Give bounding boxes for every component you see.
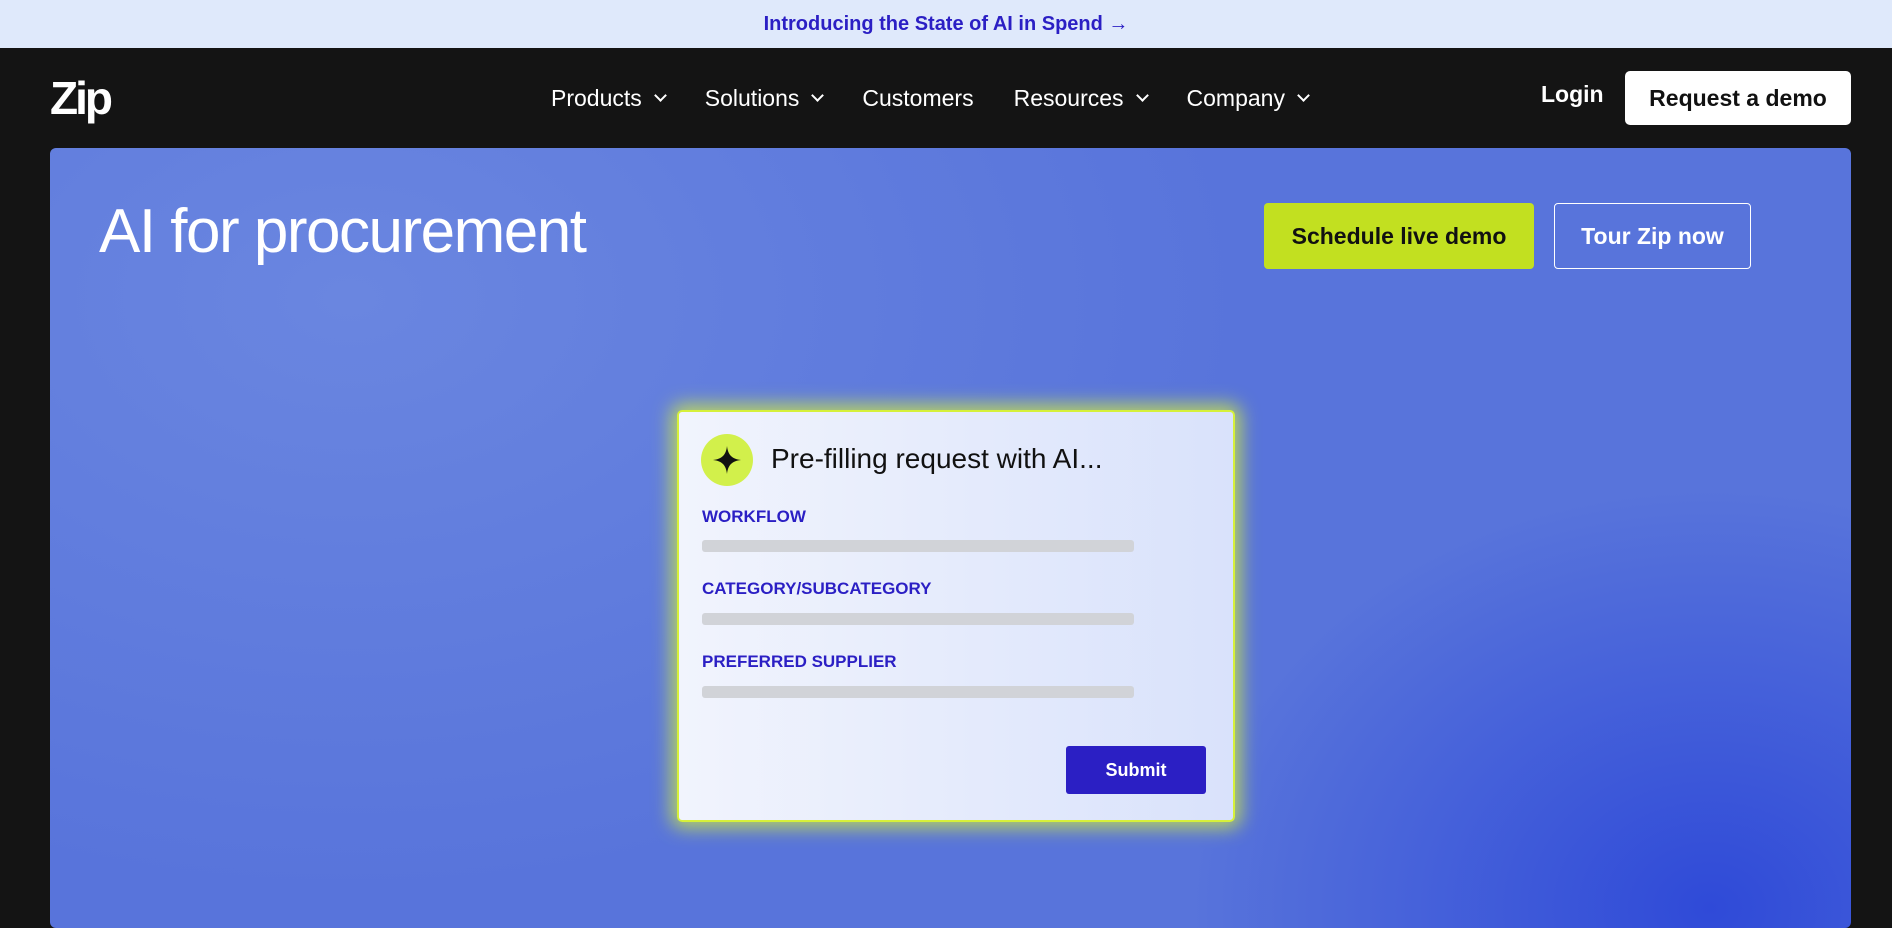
announcement-bar: Introducing the State of AI in Spend →	[0, 0, 1892, 48]
zip-logo[interactable]: Zip	[50, 73, 120, 123]
nav-item-label: Company	[1186, 84, 1285, 111]
field-label-supplier: PREFERRED SUPPLIER	[702, 652, 897, 671]
chevron-down-icon	[653, 88, 667, 102]
hero-section: AI for procurement Schedule live demo To…	[50, 148, 1851, 928]
chevron-down-icon	[811, 88, 825, 102]
field-placeholder-bar	[702, 686, 1134, 698]
sparkle-icon	[701, 434, 753, 486]
card-title: Pre-filling request with AI...	[771, 443, 1103, 474]
nav-item-customers[interactable]: Customers	[862, 85, 973, 112]
schedule-live-demo-button[interactable]: Schedule live demo	[1264, 203, 1534, 269]
nav-item-label: Products	[551, 84, 642, 111]
announcement-link[interactable]: Introducing the State of AI in Spend →	[764, 13, 1129, 36]
nav-item-label: Solutions	[704, 84, 800, 111]
field-label-category: CATEGORY/SUBCATEGORY	[702, 579, 932, 598]
nav-item-solutions[interactable]: Solutions	[704, 84, 825, 112]
nav-item-products[interactable]: Products	[551, 84, 667, 112]
ai-prefill-card: Pre-filling request with AI... WORKFLOW …	[677, 410, 1235, 822]
top-nav: Zip Products Solutions Customers Resourc…	[0, 48, 1892, 148]
field-label-workflow: WORKFLOW	[702, 507, 806, 526]
field-placeholder-bar	[702, 540, 1134, 552]
request-demo-button[interactable]: Request a demo	[1625, 71, 1851, 125]
field-placeholder-bar	[702, 613, 1134, 625]
hero-title: AI for procurement	[99, 197, 587, 266]
login-link[interactable]: Login	[1541, 81, 1604, 108]
nav-item-company[interactable]: Company	[1186, 84, 1310, 112]
nav-item-label: Resources	[1013, 84, 1124, 111]
submit-button[interactable]: Submit	[1066, 746, 1206, 794]
nav-item-resources[interactable]: Resources	[1013, 84, 1149, 112]
nav-links: Products Solutions Customers Resources C…	[551, 48, 1310, 148]
chevron-down-icon	[1297, 88, 1310, 102]
chevron-down-icon	[1135, 88, 1149, 102]
nav-item-label: Customers	[862, 84, 974, 111]
tour-zip-now-button[interactable]: Tour Zip now	[1554, 203, 1751, 269]
